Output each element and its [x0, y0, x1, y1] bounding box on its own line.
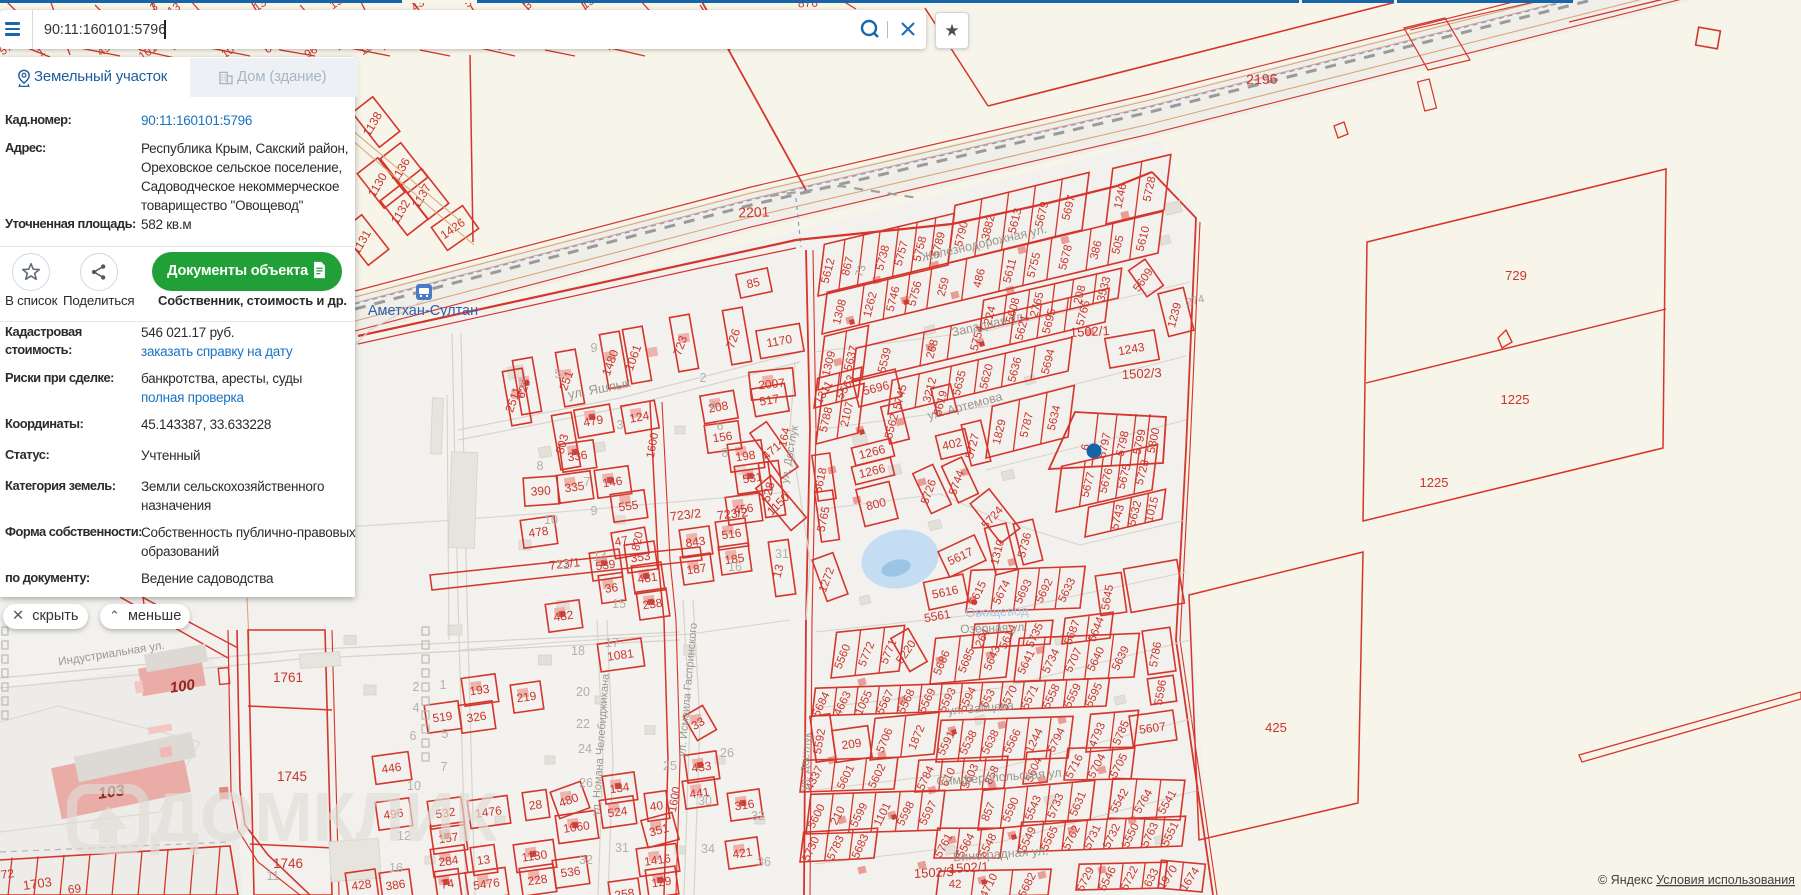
svg-text:15: 15: [612, 597, 626, 611]
svg-text:5: 5: [442, 727, 449, 741]
svg-text:2: 2: [700, 371, 707, 385]
svg-text:425: 425: [1265, 720, 1287, 735]
svg-text:1502/3: 1502/3: [1122, 365, 1162, 382]
svg-text:ДОМКЛИК: ДОМКЛИК: [150, 778, 498, 856]
svg-text:228: 228: [527, 872, 549, 889]
svg-text:42: 42: [949, 879, 962, 891]
svg-text:134: 134: [609, 780, 631, 797]
svg-text:8: 8: [722, 446, 729, 460]
svg-text:524: 524: [607, 804, 629, 821]
svg-text:219: 219: [516, 689, 538, 706]
svg-text:336: 336: [567, 448, 589, 465]
svg-text:31: 31: [775, 547, 789, 561]
svg-text:36: 36: [604, 580, 619, 596]
svg-text:729: 729: [1505, 268, 1527, 283]
svg-text:25: 25: [663, 759, 677, 773]
svg-text:34: 34: [701, 842, 715, 856]
svg-text:482: 482: [553, 608, 575, 625]
svg-text:1502/1: 1502/1: [949, 859, 989, 876]
svg-text:2: 2: [413, 680, 420, 694]
svg-text:24: 24: [578, 742, 592, 756]
svg-text:428: 428: [351, 877, 373, 894]
svg-text:9: 9: [591, 341, 598, 355]
svg-text:5: 5: [555, 367, 562, 381]
svg-text:386: 386: [385, 877, 407, 894]
svg-text:843: 843: [685, 534, 707, 551]
svg-text:20: 20: [576, 685, 590, 699]
svg-text:187: 187: [686, 561, 708, 578]
svg-text:36: 36: [757, 855, 771, 869]
svg-text:1: 1: [440, 678, 447, 692]
svg-text:30: 30: [698, 794, 712, 808]
svg-text:4: 4: [413, 701, 420, 715]
svg-text:1502/1: 1502/1: [1070, 323, 1110, 340]
svg-text:16: 16: [389, 861, 403, 875]
svg-text:6: 6: [410, 729, 417, 743]
svg-text:47: 47: [614, 533, 630, 549]
svg-text:Аметхан-Султан: Аметхан-Султан: [368, 303, 478, 319]
svg-text:72: 72: [0, 866, 15, 882]
svg-text:32: 32: [579, 853, 593, 867]
svg-text:209: 209: [841, 736, 863, 753]
svg-text:69: 69: [67, 881, 82, 895]
svg-text:6: 6: [717, 419, 724, 433]
svg-text:446: 446: [381, 760, 403, 777]
svg-text:146: 146: [602, 474, 624, 491]
svg-text:421: 421: [732, 845, 754, 862]
svg-text:74: 74: [440, 876, 455, 892]
svg-text:2201: 2201: [738, 203, 770, 220]
svg-text:14: 14: [593, 550, 607, 564]
svg-text:28: 28: [528, 797, 543, 813]
svg-text:353: 353: [630, 549, 652, 566]
svg-text:31: 31: [615, 841, 629, 855]
svg-text:390: 390: [530, 483, 551, 498]
svg-text:129: 129: [651, 874, 673, 891]
svg-text:40: 40: [649, 798, 664, 814]
svg-text:2196: 2196: [1246, 70, 1278, 87]
svg-text:1225: 1225: [1420, 475, 1449, 490]
svg-text:9: 9: [591, 504, 598, 518]
svg-text:17: 17: [605, 636, 619, 650]
svg-text:326: 326: [466, 709, 488, 726]
svg-text:22: 22: [576, 717, 590, 731]
svg-text:100: 100: [169, 676, 197, 696]
svg-text:Овощевод: Овощевод: [965, 603, 1029, 620]
svg-text:555: 555: [618, 498, 640, 515]
svg-text:16: 16: [728, 560, 742, 574]
svg-text:1761: 1761: [273, 670, 303, 685]
svg-text:26: 26: [720, 746, 734, 760]
svg-text:© Яндекс Условия использования: © Яндекс Условия использования: [1598, 873, 1795, 887]
svg-text:3: 3: [519, 377, 526, 391]
svg-text:7: 7: [584, 475, 591, 489]
svg-text:12: 12: [556, 558, 570, 572]
svg-text:193: 193: [469, 682, 491, 699]
svg-text:198: 198: [735, 448, 757, 465]
svg-text:26: 26: [579, 776, 593, 790]
svg-text:433: 433: [691, 759, 713, 776]
svg-text:238: 238: [642, 596, 664, 613]
svg-text:7: 7: [441, 760, 448, 774]
svg-text:3: 3: [617, 418, 624, 432]
svg-text:10: 10: [544, 513, 558, 527]
svg-text:519: 519: [432, 709, 454, 726]
svg-text:481: 481: [637, 570, 659, 587]
svg-text:32: 32: [751, 809, 765, 823]
svg-text:516: 516: [721, 526, 743, 543]
svg-text:8: 8: [537, 459, 544, 473]
svg-text:258: 258: [614, 886, 636, 895]
svg-text:18: 18: [571, 644, 585, 658]
svg-text:335: 335: [564, 479, 586, 496]
svg-text:1225: 1225: [1501, 392, 1530, 407]
svg-text:4: 4: [710, 399, 717, 413]
svg-text:11: 11: [267, 869, 280, 883]
